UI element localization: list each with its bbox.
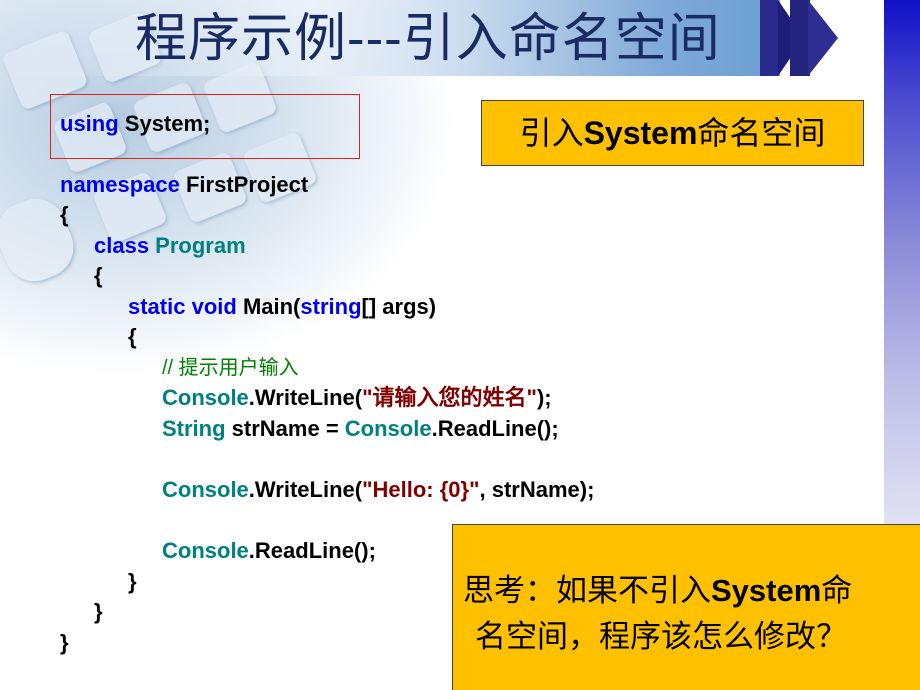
keyword: class (94, 233, 150, 258)
keyword: static (128, 294, 186, 319)
code-line-brace: } (94, 599, 103, 624)
code-text: strName = (225, 416, 345, 441)
string-literal: "Hello: {0}" (362, 477, 480, 502)
decor-chevron (790, 0, 810, 76)
code-text: .WriteLine( (248, 477, 363, 502)
code-line-class: class Program (94, 231, 246, 261)
code-line-brace: { (128, 324, 137, 349)
code-line-brace: { (60, 202, 69, 227)
code-text: [] args) (361, 294, 437, 319)
decor-chevron (760, 0, 778, 76)
code-line-brace: } (60, 630, 69, 655)
slide: 程序示例---引入命名空间 using System; namespace Fi… (0, 0, 920, 690)
code-line-using: using System; (60, 109, 210, 139)
code-text: .ReadLine(); (431, 416, 559, 441)
callout-text: 命名空间 (697, 115, 826, 151)
code-line-namespace: namespace FirstProject (60, 170, 308, 200)
type-name: String (162, 416, 226, 441)
page-title: 程序示例---引入命名空间 (135, 9, 721, 69)
keyword: string (300, 294, 362, 319)
callout-text: 引入 (519, 115, 584, 151)
type-name: Program (149, 233, 246, 258)
callout-import-system: 引入System命名空间 (481, 100, 864, 166)
callout-keyword: System (583, 115, 698, 151)
type-name: Console (162, 477, 249, 502)
callout-keyword: System (711, 573, 822, 608)
code-text: .WriteLine( (248, 385, 363, 410)
code-line-main: static void Main(string[] args) (128, 292, 436, 322)
string-literal: "请输入您的姓名" (362, 385, 537, 410)
type-name: Console (344, 416, 432, 441)
type-name: Console (162, 538, 249, 563)
code-comment: // 提示用户输入 (162, 357, 299, 379)
code-line-writeline-hello: Console.WriteLine("Hello: {0}", strName)… (162, 475, 594, 505)
code-text: System; (118, 111, 211, 136)
code-line-readline: Console.ReadLine(); (162, 536, 376, 566)
chevron-right-icon (808, 0, 838, 76)
code-text: .ReadLine(); (248, 538, 376, 563)
type-name: Console (162, 385, 249, 410)
code-line-brace: } (128, 569, 137, 594)
callout-text: 命 (821, 573, 853, 608)
code-text: , strName); (479, 477, 595, 502)
code-text: Main( (236, 294, 301, 319)
keyword: void (185, 294, 237, 319)
keyword: using (60, 111, 119, 136)
code-text: FirstProject (179, 172, 309, 197)
code-line-readline-assign: String strName = Console.ReadLine(); (162, 414, 559, 444)
keyword: namespace (60, 172, 180, 197)
code-line-writeline-prompt: Console.WriteLine("请输入您的姓名"); (162, 383, 552, 413)
code-text: ); (536, 385, 552, 410)
question-line-1: 思考：如果不引入System命 (463, 567, 852, 615)
code-line-brace: { (94, 263, 103, 288)
question-line-2: 名空间，程序该怎么修改？ (475, 619, 847, 654)
callout-question: 思考：如果不引入System命 名空间，程序该怎么修改？ (452, 524, 920, 690)
callout-text: 思考：如果不引入 (463, 573, 711, 608)
